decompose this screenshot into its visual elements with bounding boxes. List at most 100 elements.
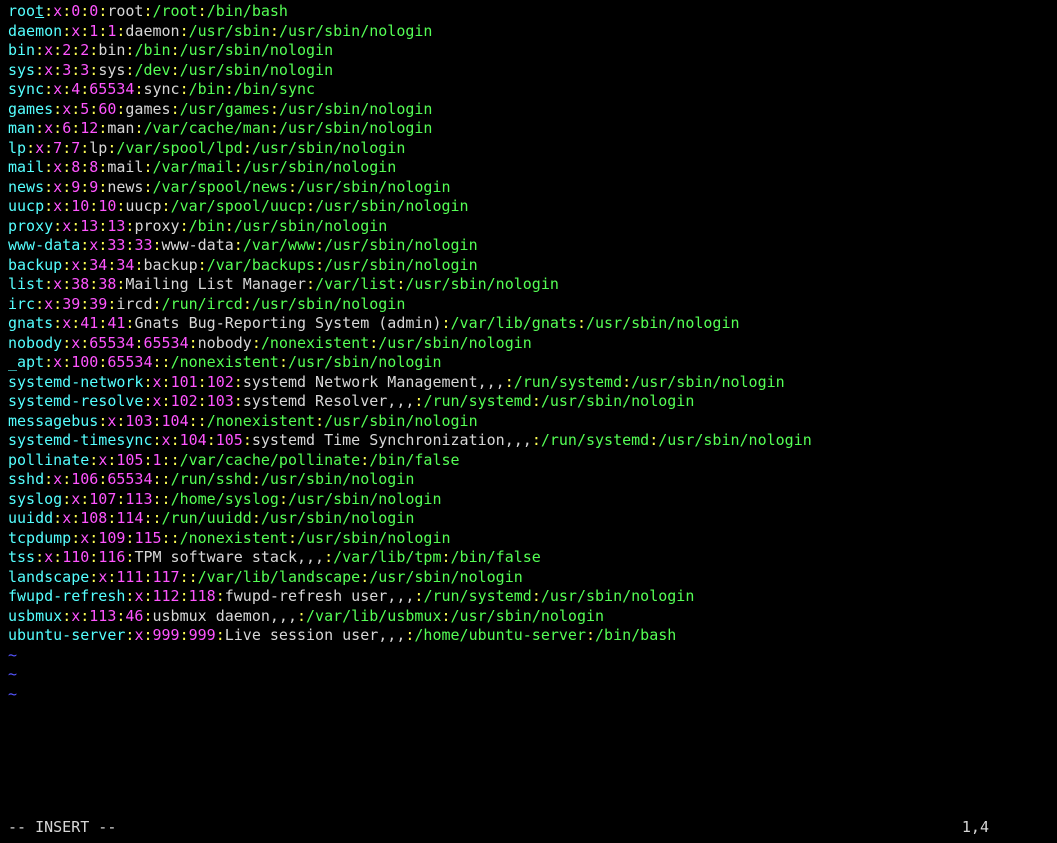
passwd-gecos: Live session user,,,: [225, 626, 406, 644]
passwd-line: systemd-timesync:x:104:105:systemd Time …: [8, 431, 1053, 451]
passwd-uid: 109: [98, 529, 125, 547]
passwd-home: /run/systemd: [514, 373, 622, 391]
passwd-line: proxy:x:13:13:proxy:/bin:/usr/sbin/nolog…: [8, 217, 1053, 237]
passwd-shell: /usr/sbin/nologin: [541, 587, 695, 605]
passwd-uid: 110: [62, 548, 89, 566]
passwd-uid: 0: [71, 2, 80, 20]
passwd-shell: /usr/sbin/nologin: [378, 334, 532, 352]
passwd-line: tss:x:110:116:TPM software stack,,,:/var…: [8, 548, 1053, 568]
passwd-gid: 103: [207, 392, 234, 410]
passwd-pw: x: [98, 451, 107, 469]
passwd-uid: 100: [71, 353, 98, 371]
passwd-user: roo: [8, 2, 35, 20]
passwd-gid: 38: [98, 275, 116, 293]
passwd-pw: x: [44, 119, 53, 137]
passwd-shell: /usr/sbin/nologin: [297, 178, 451, 196]
passwd-uid: 34: [89, 256, 107, 274]
passwd-home: /usr/games: [180, 100, 270, 118]
passwd-user: proxy: [8, 217, 53, 235]
passwd-gid: 113: [125, 490, 152, 508]
passwd-user: irc: [8, 295, 35, 313]
passwd-uid: 7: [53, 139, 62, 157]
passwd-user: news: [8, 178, 44, 196]
passwd-pw: x: [62, 509, 71, 527]
passwd-line: news:x:9:9:news:/var/spool/news:/usr/sbi…: [8, 178, 1053, 198]
passwd-shell: /usr/sbin/nologin: [180, 41, 334, 59]
passwd-line: sync:x:4:65534:sync:/bin:/bin/sync: [8, 80, 1053, 100]
passwd-uid: 10: [71, 197, 89, 215]
passwd-shell: /usr/sbin/nologin: [324, 256, 478, 274]
passwd-gid: 1: [153, 451, 162, 469]
passwd-pw: x: [153, 373, 162, 391]
passwd-user: syslog: [8, 490, 62, 508]
passwd-user: systemd-network: [8, 373, 143, 391]
passwd-uid: 9: [71, 178, 80, 196]
passwd-line: messagebus:x:103:104::/nonexistent:/usr/…: [8, 412, 1053, 432]
passwd-gecos: bin: [98, 41, 125, 59]
passwd-home: /home/syslog: [171, 490, 279, 508]
passwd-user: pollinate: [8, 451, 89, 469]
passwd-pw: x: [71, 334, 80, 352]
passwd-shell: /usr/sbin/nologin: [252, 139, 406, 157]
passwd-shell: /usr/sbin/nologin: [324, 412, 478, 430]
passwd-user: www-data: [8, 236, 80, 254]
passwd-uid: 2: [62, 41, 71, 59]
passwd-shell: /usr/sbin/nologin: [586, 314, 740, 332]
passwd-uid: 103: [125, 412, 152, 430]
passwd-pw: x: [80, 529, 89, 547]
passwd-gid: 34: [116, 256, 134, 274]
passwd-user: uuidd: [8, 509, 53, 527]
terminal-viewport[interactable]: root:x:0:0:root:/root:/bin/bashdaemon:x:…: [0, 0, 1057, 704]
passwd-shell: /usr/sbin/nologin: [288, 353, 442, 371]
passwd-uid: 113: [89, 607, 116, 625]
passwd-gid: 115: [134, 529, 161, 547]
cursor-char: t: [35, 2, 44, 20]
passwd-home: /run/sshd: [171, 470, 252, 488]
passwd-gecos: sys: [98, 61, 125, 79]
passwd-gecos: man: [107, 119, 134, 137]
passwd-uid: 41: [80, 314, 98, 332]
status-spacer: [116, 818, 962, 838]
passwd-line: landscape:x:111:117::/var/lib/landscape:…: [8, 568, 1053, 588]
passwd-pw: x: [44, 548, 53, 566]
passwd-pw: x: [35, 139, 44, 157]
passwd-shell: /usr/sbin/nologin: [324, 236, 478, 254]
passwd-uid: 107: [89, 490, 116, 508]
passwd-shell: /usr/sbin/nologin: [180, 61, 334, 79]
passwd-gid: 0: [89, 2, 98, 20]
passwd-user: nobody: [8, 334, 62, 352]
passwd-home: /var/spool/lpd: [116, 139, 242, 157]
passwd-gecos: ircd: [116, 295, 152, 313]
passwd-uid: 104: [180, 431, 207, 449]
passwd-line: usbmux:x:113:46:usbmux daemon,,,:/var/li…: [8, 607, 1053, 627]
passwd-pw: x: [53, 275, 62, 293]
passwd-line: man:x:6:12:man:/var/cache/man:/usr/sbin/…: [8, 119, 1053, 139]
passwd-home: /run/systemd: [423, 587, 531, 605]
passwd-pw: x: [98, 568, 107, 586]
passwd-uid: 105: [116, 451, 143, 469]
passwd-line: nobody:x:65534:65534:nobody:/nonexistent…: [8, 334, 1053, 354]
passwd-uid: 8: [71, 158, 80, 176]
passwd-line: tcpdump:x:109:115::/nonexistent:/usr/sbi…: [8, 529, 1053, 549]
passwd-user: uucp: [8, 197, 44, 215]
passwd-shell: /usr/sbin/nologin: [369, 568, 523, 586]
passwd-pw: x: [162, 431, 171, 449]
passwd-gecos: TPM software stack,,,: [134, 548, 324, 566]
passwd-gid: 12: [80, 119, 98, 137]
passwd-home: /bin: [189, 217, 225, 235]
passwd-line: bin:x:2:2:bin:/bin:/usr/sbin/nologin: [8, 41, 1053, 61]
passwd-gid: 65534: [89, 80, 134, 98]
passwd-user: systemd-timesync: [8, 431, 153, 449]
passwd-pw: x: [44, 295, 53, 313]
passwd-gecos: uucp: [125, 197, 161, 215]
passwd-line: sshd:x:106:65534::/run/sshd:/usr/sbin/no…: [8, 470, 1053, 490]
passwd-gecos: Mailing List Manager: [125, 275, 306, 293]
passwd-uid: 112: [153, 587, 180, 605]
passwd-user: backup: [8, 256, 62, 274]
passwd-user: sync: [8, 80, 44, 98]
passwd-home: /var/list: [315, 275, 396, 293]
passwd-shell: /usr/sbin/nologin: [288, 490, 442, 508]
passwd-line: pollinate:x:105:1::/var/cache/pollinate:…: [8, 451, 1053, 471]
passwd-shell: /usr/sbin/nologin: [315, 197, 469, 215]
passwd-shell: /bin/false: [451, 548, 541, 566]
